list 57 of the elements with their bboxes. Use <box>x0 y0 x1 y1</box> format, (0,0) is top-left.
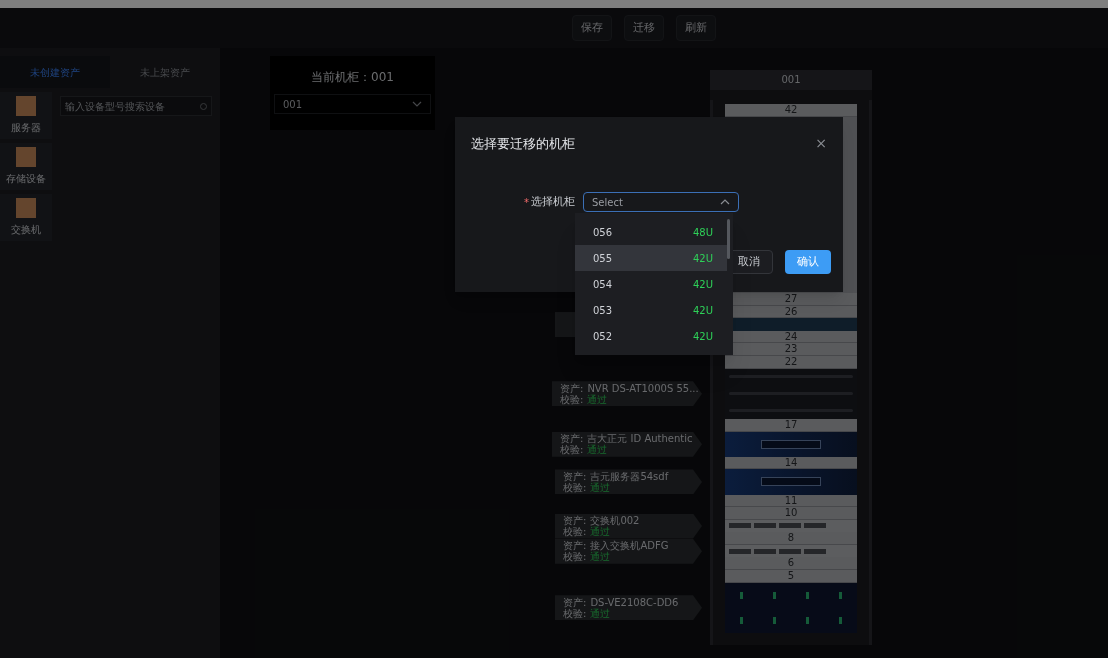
rack-unit: 42 <box>725 104 857 117</box>
asset-caption: 资产: <box>563 596 587 608</box>
asset-caption: 资产: <box>563 540 587 552</box>
category-item[interactable]: 服务器 <box>0 92 52 139</box>
check-caption: 校验: <box>563 607 587 619</box>
confirm-button[interactable]: 确认 <box>785 250 831 274</box>
toolbar-button[interactable]: 保存 <box>572 15 612 41</box>
asset-name: NVR DS-AT1000S 55... <box>587 382 699 394</box>
panel-tab[interactable]: 未创建资产 <box>0 56 110 88</box>
check-status: 通过 <box>590 481 611 493</box>
asset-caption: 资产: <box>563 515 587 526</box>
check-status: 通过 <box>590 526 611 537</box>
rack-unit: 10 <box>725 507 857 520</box>
asset-caption: 资产: <box>560 433 584 445</box>
rack-unit: 6 <box>725 557 857 571</box>
toolbar-button[interactable]: 迁移 <box>624 15 664 41</box>
cabinet-option[interactable]: 055 42U <box>575 245 727 271</box>
device-icon <box>16 147 36 167</box>
cabinet-select[interactable]: Select <box>583 192 739 212</box>
check-caption: 校验: <box>560 393 584 405</box>
rack-title: 001 <box>710 70 872 90</box>
capacity-text: 42U <box>692 277 713 292</box>
toolbar-button[interactable]: 刷新 <box>676 15 716 41</box>
rack-unit: 23 <box>725 343 857 356</box>
rack-unit: 8 <box>725 532 857 545</box>
asset-name: DS-VE2108C-DD6 <box>590 596 679 608</box>
asset-name: 接入交换机ADFG <box>590 540 669 552</box>
check-caption: 校验: <box>563 481 587 493</box>
category-item[interactable]: 交换机 <box>0 194 52 241</box>
capacity-text: 48U <box>692 225 713 240</box>
scrollbar-thumb <box>727 219 730 259</box>
check-caption: 校验: <box>560 444 584 456</box>
check-status: 通过 <box>587 444 608 456</box>
capacity-text: 42U <box>692 251 713 266</box>
capacity-text: 42U <box>692 329 713 344</box>
chevron-down-icon <box>412 101 422 107</box>
capacity-text: 42U <box>692 303 713 318</box>
close-icon[interactable]: × <box>815 133 827 154</box>
check-status: 通过 <box>590 551 611 563</box>
search-field[interactable]: 输入设备型号搜索设备 <box>60 96 212 116</box>
check-status: 通过 <box>590 607 611 619</box>
check-caption: 校验: <box>563 526 587 537</box>
dialog-title: 选择要迁移的机柜 <box>471 134 575 153</box>
asset-name: 交换机002 <box>590 515 640 526</box>
field-label: 选择机柜 <box>531 193 575 210</box>
device-icon <box>16 198 36 218</box>
category-item[interactable]: 存储设备 <box>0 143 52 190</box>
required-mark: * <box>524 195 529 210</box>
asset-caption: 资产: <box>560 382 584 394</box>
check-caption: 校验: <box>563 551 587 563</box>
asset-caption: 资产: <box>563 470 587 482</box>
cabinet-select[interactable]: 001 <box>274 94 431 114</box>
device-icon <box>16 96 36 116</box>
rack-unit: 5 <box>725 570 857 583</box>
chevron-up-icon <box>720 199 730 205</box>
cabinet-title: 当前机柜：001 <box>310 69 395 86</box>
check-status: 通过 <box>587 393 608 405</box>
